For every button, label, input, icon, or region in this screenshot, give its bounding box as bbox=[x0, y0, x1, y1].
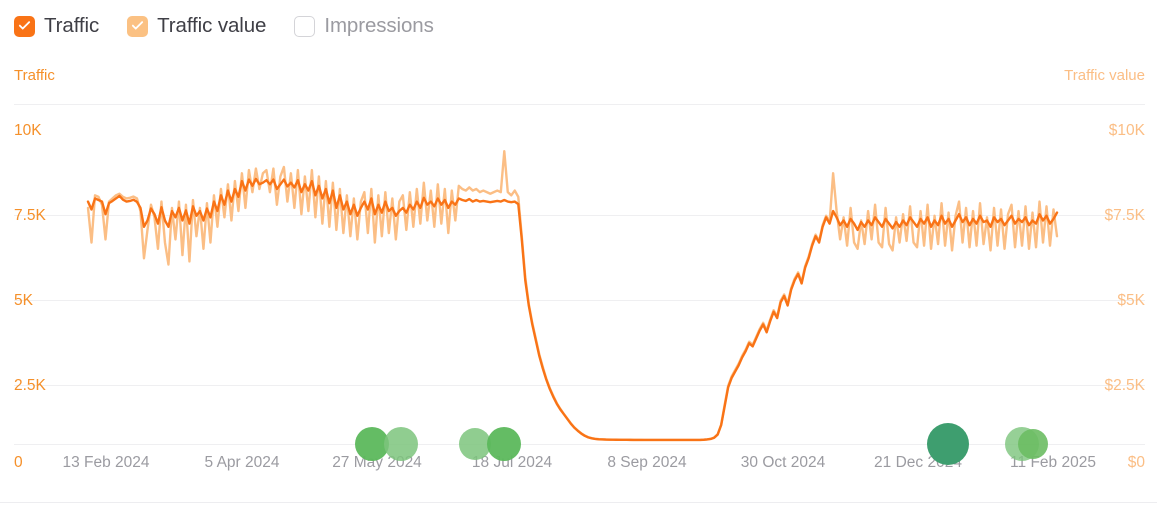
event-marker-7[interactable] bbox=[1018, 429, 1048, 459]
left-axis-title: Traffic bbox=[14, 67, 55, 84]
chart-series-layer bbox=[86, 150, 1059, 442]
event-marker-2[interactable] bbox=[384, 427, 418, 461]
checkbox-unchecked-icon[interactable] bbox=[294, 15, 316, 37]
x-axis-tick: 5 Apr 2024 bbox=[204, 454, 280, 471]
chart-legend: Traffic Traffic value Impressions bbox=[14, 8, 462, 44]
x-axis-tick: 13 Feb 2024 bbox=[62, 454, 150, 471]
checkbox-checked-icon[interactable] bbox=[14, 15, 35, 37]
checkbox-checked-icon[interactable] bbox=[127, 15, 149, 37]
right-axis-title: Traffic value bbox=[1064, 67, 1145, 84]
x-axis: 0 $0 13 Feb 2024 5 Apr 2024 27 May 2024 … bbox=[0, 455, 1157, 481]
x-axis-tick: 8 Sep 2024 bbox=[607, 454, 687, 471]
y-axis-tick-right-zero: $0 bbox=[1127, 454, 1145, 471]
legend-label-traffic-value: Traffic value bbox=[157, 13, 267, 37]
y-axis-tick-left-zero: 0 bbox=[14, 454, 23, 471]
panel-divider bbox=[0, 502, 1157, 503]
legend-item-impressions[interactable]: Impressions bbox=[294, 13, 434, 37]
event-marker-4[interactable] bbox=[487, 427, 521, 461]
plot-area: 10K 7.5K 5K 2.5K $10K $7.5K $5K $2.5K bbox=[0, 96, 1157, 448]
traffic-chart-panel: Traffic Traffic value Impressions Traffi… bbox=[0, 0, 1157, 519]
legend-item-traffic-value[interactable]: Traffic value bbox=[127, 13, 267, 37]
legend-label-traffic: Traffic bbox=[44, 13, 100, 37]
series-line-traffic bbox=[86, 177, 1059, 442]
x-axis-tick: 30 Oct 2024 bbox=[740, 454, 826, 471]
event-marker-5[interactable] bbox=[927, 423, 969, 465]
legend-label-impressions: Impressions bbox=[324, 13, 434, 37]
legend-item-traffic[interactable]: Traffic bbox=[14, 13, 100, 37]
